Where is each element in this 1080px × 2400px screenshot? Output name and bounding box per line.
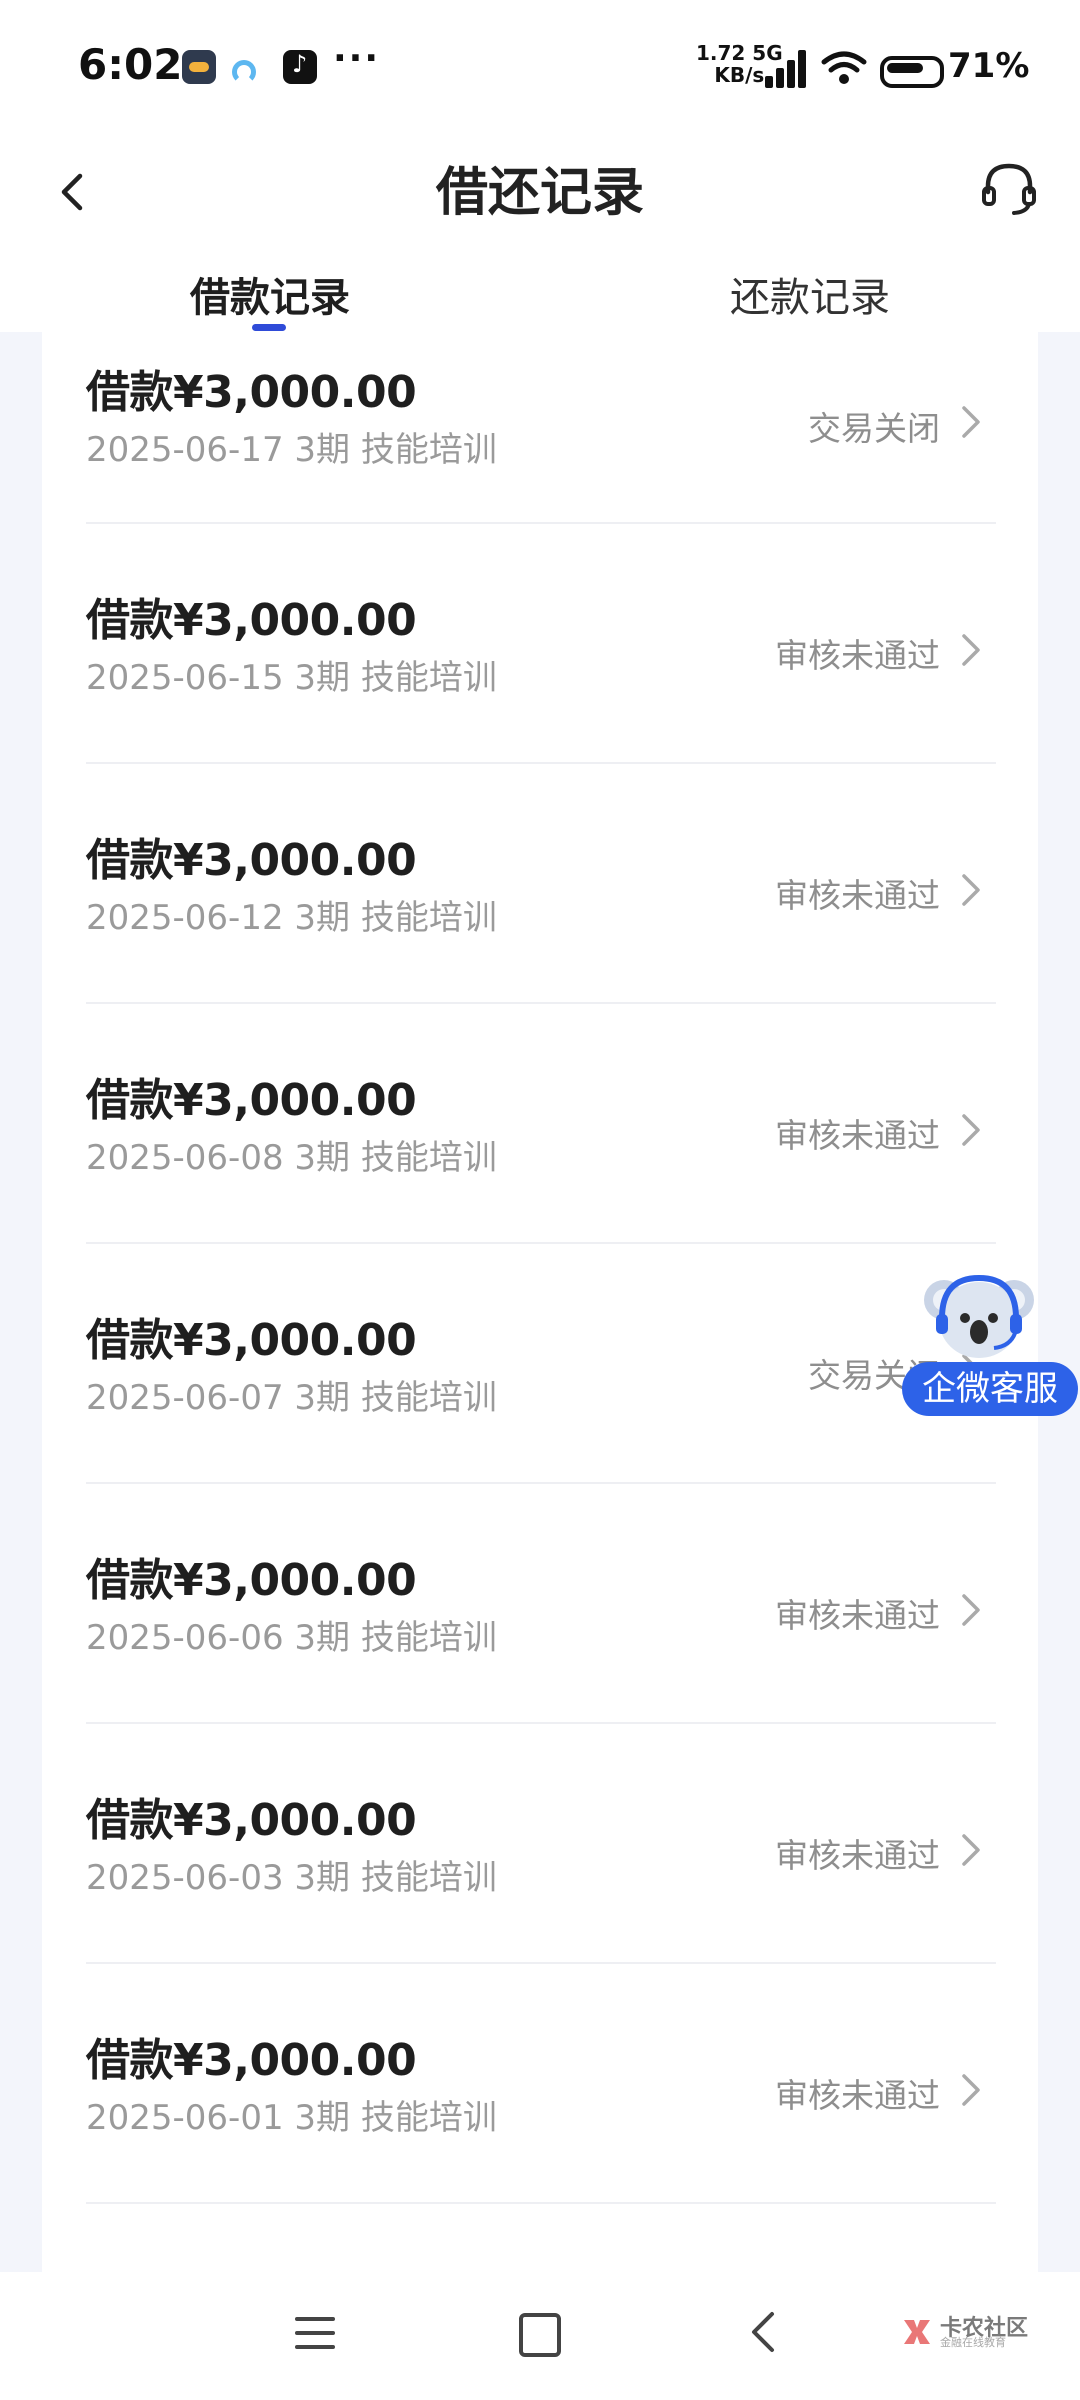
customer-service-headset-icon[interactable] bbox=[980, 158, 1038, 218]
record-status: 审核未通过 bbox=[775, 1116, 940, 1155]
page-title: 借还记录 bbox=[435, 163, 644, 223]
record-amount: 借款¥3,000.00 bbox=[86, 367, 417, 418]
active-tab-indicator bbox=[252, 324, 286, 331]
chevron-right-icon bbox=[962, 874, 980, 906]
app-notification-icon bbox=[182, 50, 216, 84]
tab-bar bbox=[0, 250, 1080, 330]
record-status: 审核未通过 bbox=[775, 636, 940, 675]
koala-mascot-icon bbox=[924, 1274, 1034, 1358]
record-meta: 2025-06-01 3期 技能培训 bbox=[86, 2098, 497, 2138]
recent-apps-icon[interactable] bbox=[295, 2315, 335, 2351]
record-row[interactable]: 借款¥3,000.00 2025-06-01 3期 技能培训 审核未通过 bbox=[86, 1964, 996, 2204]
more-notifications-icon: ··· bbox=[333, 38, 381, 79]
chevron-right-icon bbox=[962, 1114, 980, 1146]
record-row[interactable]: 借款¥3,000.00 2025-06-03 3期 技能培训 审核未通过 bbox=[86, 1724, 996, 1964]
watermark-logo-icon bbox=[904, 2320, 930, 2344]
watermark-tagline: 金融在线教育 bbox=[940, 2336, 1006, 2349]
floating-customer-service[interactable]: 企微客服 bbox=[900, 1268, 1080, 1418]
record-status: 审核未通过 bbox=[775, 2076, 940, 2115]
record-status: 交易关闭 bbox=[808, 409, 940, 448]
chevron-right-icon bbox=[962, 1594, 980, 1626]
home-icon[interactable] bbox=[519, 2313, 561, 2357]
status-bar: 6:02 ··· 1.72 5G KB/s 71% bbox=[0, 0, 1080, 135]
record-row[interactable]: 借款¥3,000.00 2025-06-12 3期 技能培训 审核未通过 bbox=[86, 764, 996, 1004]
record-meta: 2025-06-06 3期 技能培训 bbox=[86, 1618, 497, 1658]
record-row[interactable]: 借款¥3,000.00 2025-06-15 3期 技能培训 审核未通过 bbox=[86, 524, 996, 764]
battery-icon bbox=[880, 56, 944, 88]
record-meta: 2025-06-03 3期 技能培训 bbox=[86, 1858, 497, 1898]
nav-back-icon[interactable] bbox=[748, 2310, 778, 2354]
wifi-icon bbox=[821, 51, 867, 84]
record-meta: 2025-06-17 3期 技能培训 bbox=[86, 430, 497, 470]
record-row[interactable]: 借款¥3,000.00 2025-06-08 3期 技能培训 审核未通过 bbox=[86, 1004, 996, 1244]
tiktok-notification-icon bbox=[283, 50, 317, 84]
loading-notification-icon bbox=[232, 60, 256, 84]
record-amount: 借款¥3,000.00 bbox=[86, 2035, 417, 2086]
tab-repay-records[interactable]: 还款记录 bbox=[730, 265, 890, 323]
status-time: 6:02 bbox=[78, 40, 183, 89]
record-meta: 2025-06-15 3期 技能培训 bbox=[86, 658, 497, 698]
record-amount: 借款¥3,000.00 bbox=[86, 1555, 417, 1606]
record-meta: 2025-06-12 3期 技能培训 bbox=[86, 898, 497, 938]
record-meta: 2025-06-07 3期 技能培训 bbox=[86, 1378, 497, 1418]
record-amount: 借款¥3,000.00 bbox=[86, 1795, 417, 1846]
record-row[interactable]: 借款¥3,000.00 2025-06-17 3期 技能培训 交易关闭 bbox=[86, 332, 996, 524]
signal-icon bbox=[765, 48, 809, 88]
battery-percent: 71% bbox=[948, 46, 1030, 86]
chevron-right-icon bbox=[962, 2074, 980, 2106]
record-status: 审核未通过 bbox=[775, 1596, 940, 1635]
customer-service-label[interactable]: 企微客服 bbox=[902, 1362, 1078, 1416]
record-row[interactable]: 借款¥3,000.00 2025-06-06 3期 技能培训 审核未通过 bbox=[86, 1484, 996, 1724]
record-amount: 借款¥3,000.00 bbox=[86, 835, 417, 886]
record-amount: 借款¥3,000.00 bbox=[86, 1075, 417, 1126]
chevron-right-icon bbox=[962, 406, 980, 438]
chevron-right-icon bbox=[962, 1834, 980, 1866]
chevron-right-icon bbox=[962, 634, 980, 666]
record-meta: 2025-06-08 3期 技能培训 bbox=[86, 1138, 497, 1178]
record-status: 审核未通过 bbox=[775, 1836, 940, 1875]
tab-borrow-records[interactable]: 借款记录 bbox=[190, 265, 350, 323]
watermark: 卡农社区 金融在线教育 bbox=[900, 2310, 1050, 2354]
borrow-records-list: 借款¥3,000.00 2025-06-17 3期 技能培训 交易关闭 借款¥3… bbox=[86, 332, 996, 2204]
record-amount: 借款¥3,000.00 bbox=[86, 595, 417, 646]
record-amount: 借款¥3,000.00 bbox=[86, 1315, 417, 1366]
record-status: 审核未通过 bbox=[775, 876, 940, 915]
record-row[interactable]: 借款¥3,000.00 2025-06-07 3期 技能培训 交易关闭 bbox=[86, 1244, 996, 1484]
